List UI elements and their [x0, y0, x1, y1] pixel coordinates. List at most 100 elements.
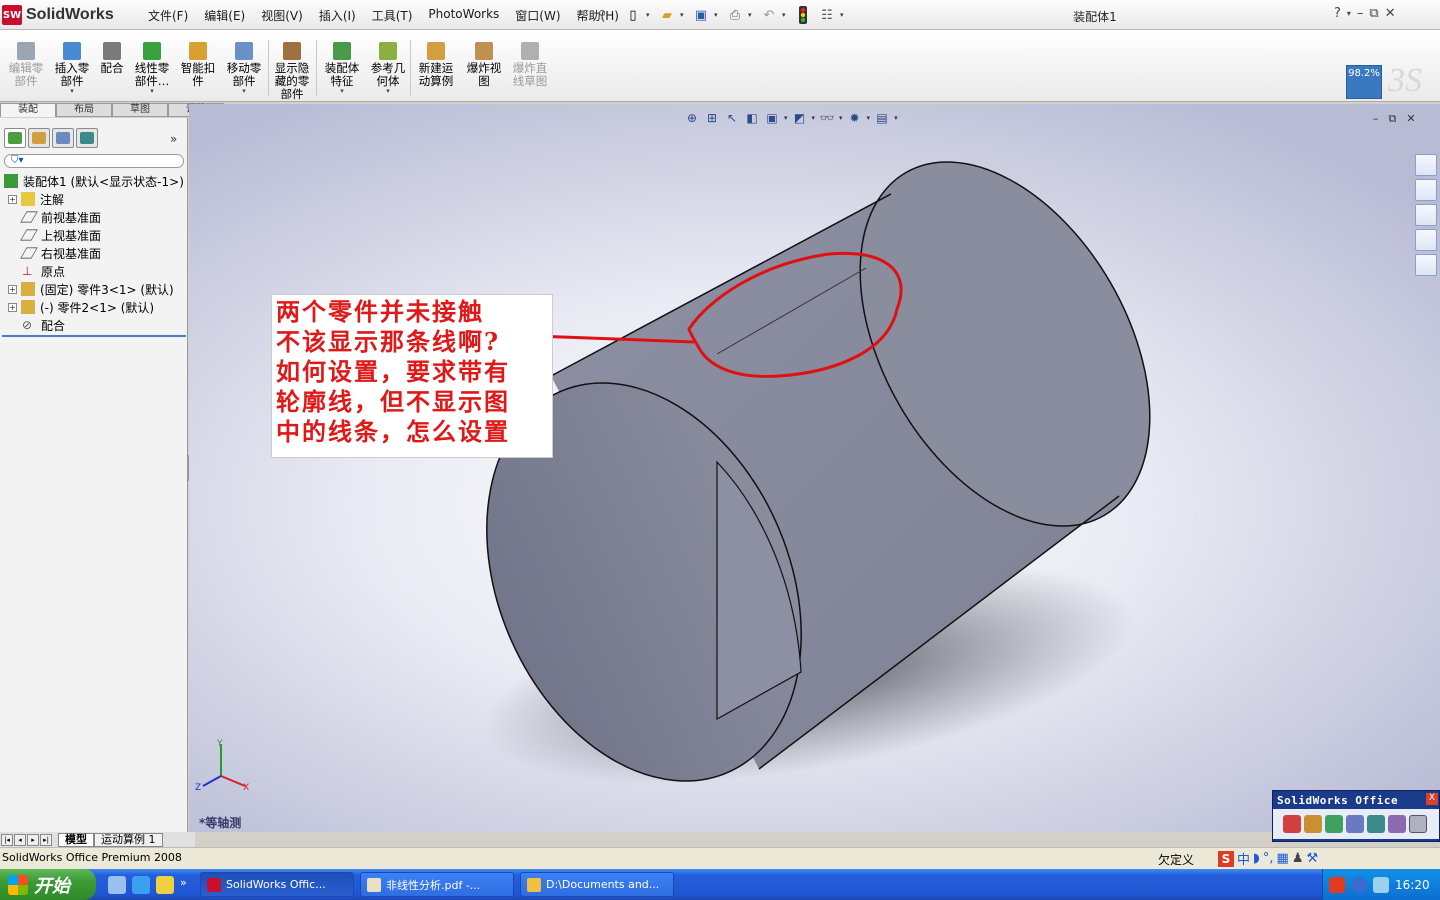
- viewport-minimize-button[interactable]: –: [1373, 112, 1379, 126]
- ime-keyboard-icon[interactable]: ▦: [1277, 851, 1289, 866]
- command-dropdown-icon[interactable]: ▾: [222, 88, 266, 95]
- display-manager-tab[interactable]: [76, 128, 98, 148]
- viewport-close-button[interactable]: ✕: [1406, 112, 1415, 126]
- menu-item[interactable]: PhotoWorks: [420, 7, 507, 24]
- menu-item[interactable]: 编辑(E): [196, 7, 253, 24]
- zoom-to-area-icon[interactable]: ⊞: [704, 110, 720, 126]
- show-desktop-icon[interactable]: [108, 876, 126, 894]
- prev-tab-icon[interactable]: ◂: [14, 833, 26, 846]
- previous-view-icon[interactable]: ↖: [724, 110, 740, 126]
- tree-item[interactable]: + 注解: [0, 190, 186, 208]
- tree-item[interactable]: 上视基准面: [0, 226, 186, 244]
- toolbox-icon[interactable]: [1304, 815, 1322, 833]
- help-icon[interactable]: ?: [1334, 6, 1341, 21]
- internet-explorer-icon[interactable]: [132, 876, 150, 894]
- ime-user-icon[interactable]: ♟: [1292, 851, 1304, 866]
- close-button[interactable]: ✕: [1385, 6, 1396, 21]
- tree-item[interactable]: 装配体1 (默认<显示状态-1>): [0, 172, 186, 190]
- simulation-icon[interactable]: [1346, 815, 1364, 833]
- expand-icon[interactable]: +: [8, 302, 17, 312]
- rollback-bar[interactable]: [2, 335, 186, 337]
- appearances-icon[interactable]: [1415, 254, 1437, 276]
- view-settings-icon[interactable]: ▤: [874, 110, 890, 126]
- command-button[interactable]: 配合: [90, 42, 134, 75]
- print-icon[interactable]: ⎙: [724, 5, 746, 25]
- expand-icon[interactable]: +: [8, 284, 17, 294]
- hide-show-dropdown-icon[interactable]: ▾: [839, 114, 843, 122]
- quick-launch-expand-icon[interactable]: »: [180, 876, 187, 894]
- expand-panel-icon[interactable]: »: [170, 132, 177, 146]
- command-button[interactable]: 编辑零 部件: [4, 42, 48, 88]
- menu-item[interactable]: 工具(T): [364, 7, 421, 24]
- feature-manager-tab[interactable]: [4, 128, 26, 148]
- viewport-restore-button[interactable]: ⧉: [1389, 112, 1397, 126]
- menu-item[interactable]: 视图(V): [253, 7, 311, 24]
- view-settings-dropdown-icon[interactable]: ▾: [894, 114, 898, 122]
- print-dropdown-icon[interactable]: ▾: [748, 11, 756, 19]
- view-palette-icon[interactable]: [1415, 229, 1437, 251]
- property-manager-tab[interactable]: [28, 128, 50, 148]
- tree-item[interactable]: 右视基准面: [0, 244, 186, 262]
- tree-item[interactable]: ⊘ 配合: [0, 316, 186, 334]
- expand-icon[interactable]: +: [8, 194, 17, 204]
- minimize-button[interactable]: –: [1357, 6, 1364, 21]
- ime-chinese-mode-icon[interactable]: 中: [1237, 849, 1250, 868]
- cm-tab[interactable]: 布局: [56, 103, 112, 117]
- first-tab-icon[interactable]: |◂: [1, 833, 13, 846]
- options-icon[interactable]: ☷: [816, 5, 838, 25]
- command-button[interactable]: 移动零 部件 ▾: [222, 42, 266, 95]
- photoworks-icon[interactable]: [1325, 815, 1343, 833]
- command-button[interactable]: 显示隐 藏的零 部件: [270, 42, 314, 101]
- circuitworks-icon[interactable]: [1409, 815, 1427, 833]
- command-button[interactable]: 智能扣 件: [176, 42, 220, 88]
- command-button[interactable]: 爆炸直 线草图: [508, 42, 552, 88]
- bottom-tab[interactable]: 运动算例 1: [94, 832, 163, 847]
- taskbar-button[interactable]: SolidWorks Offic...: [200, 872, 354, 897]
- model-cylinder[interactable]: Y X Z: [189, 104, 1440, 832]
- command-dropdown-icon[interactable]: ▾: [130, 88, 174, 95]
- start-button[interactable]: 开始: [0, 869, 96, 900]
- new-dropdown-icon[interactable]: ▾: [646, 11, 654, 19]
- menu-item[interactable]: 插入(I): [311, 7, 364, 24]
- bottom-tab[interactable]: 模型: [58, 832, 94, 847]
- hide-show-items-icon[interactable]: 👓: [819, 110, 835, 126]
- tree-item[interactable]: 前视基准面: [0, 208, 186, 226]
- command-button[interactable]: 插入零 部件 ▾: [50, 42, 94, 95]
- taskbar-button[interactable]: 非线性分析.pdf -...: [360, 872, 514, 897]
- help-dropdown-icon[interactable]: ▾: [1347, 6, 1351, 21]
- 3d-instant-website-icon[interactable]: [1283, 815, 1301, 833]
- menu-item[interactable]: 文件(F): [140, 7, 196, 24]
- command-button[interactable]: 线性零 部件… ▾: [130, 42, 174, 95]
- last-tab-icon[interactable]: ▸|: [40, 833, 52, 846]
- save-dropdown-icon[interactable]: ▾: [714, 11, 722, 19]
- open-folder-icon[interactable]: ▰: [656, 5, 678, 25]
- ime-tools-icon[interactable]: ⚒: [1306, 851, 1318, 866]
- file-explorer-icon[interactable]: [1415, 204, 1437, 226]
- graphics-area[interactable]: Y X Z ⊕ ⊞ ↖ ◧ ▣▾ ◩▾ 👓▾ ✹▾ ▤▾ – ⧉ ✕: [189, 104, 1440, 832]
- cm-tab[interactable]: 装配: [0, 103, 56, 117]
- configuration-manager-tab[interactable]: [52, 128, 74, 148]
- undo-icon[interactable]: ↶: [758, 5, 780, 25]
- routing-icon[interactable]: [1388, 815, 1406, 833]
- pin-icon[interactable]: ⚲: [598, 8, 610, 21]
- swoffice-close-button[interactable]: X: [1426, 793, 1438, 805]
- design-library-icon[interactable]: [1415, 179, 1437, 201]
- taskbar-button[interactable]: D:\Documents and...: [520, 872, 674, 897]
- tree-item[interactable]: + (-) 零件2<1> (默认): [0, 298, 186, 316]
- command-button[interactable]: 新建运 动算例: [414, 42, 458, 88]
- command-button[interactable]: 参考几 何体 ▾: [366, 42, 410, 95]
- restore-button[interactable]: ⧉: [1369, 6, 1378, 21]
- next-tab-icon[interactable]: ▸: [27, 833, 39, 846]
- options-dropdown-icon[interactable]: ▾: [840, 11, 848, 19]
- sogou-tray-icon[interactable]: [1329, 876, 1345, 893]
- sogou-ime-icon[interactable]: S: [1218, 850, 1234, 867]
- appearance-dropdown-icon[interactable]: ▾: [867, 114, 871, 122]
- rebuild-icon[interactable]: [792, 5, 814, 25]
- command-button[interactable]: 装配体 特征 ▾: [320, 42, 364, 95]
- command-button[interactable]: 爆炸视 图: [462, 42, 506, 88]
- zoom-to-fit-icon[interactable]: ⊕: [684, 110, 700, 126]
- section-view-icon[interactable]: ◧: [744, 110, 760, 126]
- view-orientation-icon[interactable]: ▣: [764, 110, 780, 126]
- ime-punctuation-icon[interactable]: °,: [1263, 851, 1274, 866]
- command-dropdown-icon[interactable]: ▾: [320, 88, 364, 95]
